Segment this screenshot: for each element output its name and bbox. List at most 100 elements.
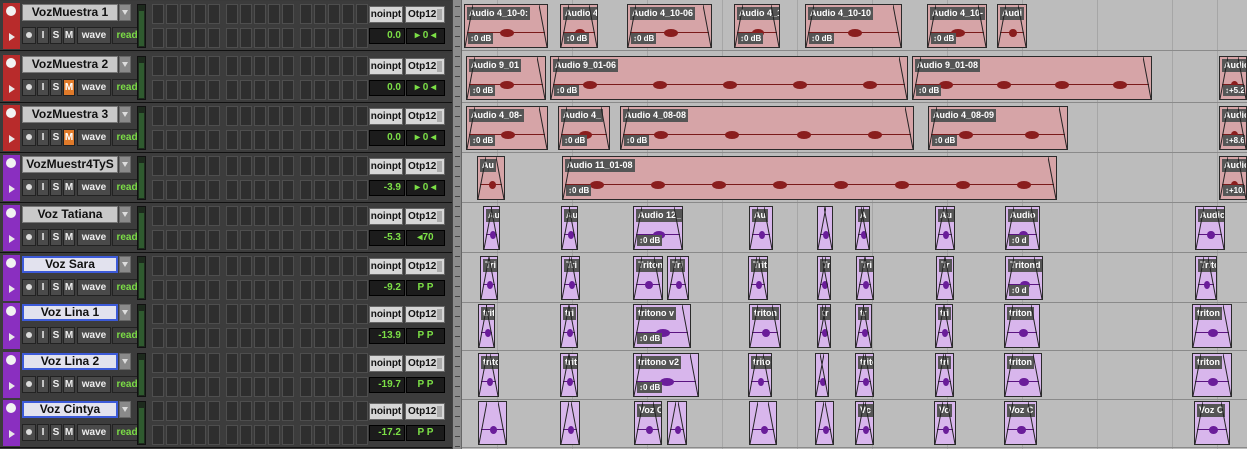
insert-slot[interactable] [226,130,238,150]
fade-out-icon[interactable] [865,402,873,444]
insert-slot[interactable] [268,156,280,176]
insert-slot[interactable] [180,180,192,200]
fade-out-icon[interactable] [945,354,953,396]
expand-track-icon[interactable] [9,430,15,438]
volume-readout[interactable]: 0.0 [369,130,405,146]
insert-slot[interactable] [356,80,368,100]
input-selector[interactable]: noinpt [369,108,403,125]
audio-clip[interactable]: Tritond ↕0 d [1005,256,1043,300]
insert-slot[interactable] [268,256,280,276]
fade-in-icon[interactable] [1005,402,1013,444]
insert-slot[interactable] [356,106,368,126]
insert-slot[interactable] [300,401,312,421]
insert-slot[interactable] [208,230,220,250]
insert-slot[interactable] [268,180,280,200]
insert-slot[interactable] [240,256,252,276]
insert-slot[interactable] [314,80,326,100]
pan-readout[interactable]: P P [406,328,445,344]
audio-clip[interactable]: Audio 9_01-06 ↕0 dB [550,56,908,100]
insert-slot[interactable] [300,56,312,76]
fade-out-icon[interactable] [763,354,771,396]
insert-slot[interactable] [282,304,294,324]
insert-slot[interactable] [180,256,192,276]
insert-slot[interactable] [152,28,164,48]
insert-slot[interactable] [240,377,252,397]
fade-out-icon[interactable] [678,402,686,444]
volume-readout[interactable]: -19.7 [369,377,405,393]
insert-slot[interactable] [240,106,252,126]
fade-in-icon[interactable] [998,5,1006,47]
track-options-icon[interactable] [6,158,16,168]
audio-clip[interactable] [749,401,777,445]
track-lane[interactable]: TriTriTritonTriTritTrTriTrTritond↕0 dTri… [462,253,1247,303]
fade-out-icon[interactable] [690,354,698,396]
fade-out-icon[interactable] [825,402,833,444]
insert-slot[interactable] [342,56,354,76]
fade-out-icon[interactable] [680,257,688,299]
insert-slot[interactable] [240,56,252,76]
insert-slot[interactable] [356,353,368,373]
mute-button[interactable]: M [63,129,75,146]
track-options-icon[interactable] [6,58,16,68]
fade-in-icon[interactable] [936,354,944,396]
fade-in-icon[interactable] [562,257,570,299]
insert-slot[interactable] [356,130,368,150]
track-name-dropdown-icon[interactable] [119,401,131,418]
insert-slot[interactable] [226,28,238,48]
fade-in-icon[interactable] [1220,57,1228,99]
track-name-dropdown-icon[interactable] [119,256,131,273]
insert-slot[interactable] [226,56,238,76]
audio-clip[interactable]: Voz C [1194,401,1230,445]
insert-slot[interactable] [268,80,280,100]
fade-out-icon[interactable] [768,402,776,444]
fade-out-icon[interactable] [569,354,577,396]
insert-slot[interactable] [180,401,192,421]
insert-slot[interactable] [166,180,178,200]
track-options-icon[interactable] [6,208,16,218]
insert-slot[interactable] [208,353,220,373]
insert-slot[interactable] [194,230,206,250]
insert-slot[interactable] [300,377,312,397]
track-name-dropdown-icon[interactable] [119,56,131,73]
audio-clip[interactable]: Vo [934,401,956,445]
audio-clip[interactable]: Audio 4_10- ↕0 dB [927,4,987,48]
insert-slot[interactable] [300,425,312,445]
insert-slot[interactable] [254,256,266,276]
insert-slot[interactable] [208,328,220,348]
insert-slot[interactable] [226,106,238,126]
fade-in-icon[interactable] [561,305,569,347]
insert-slot[interactable] [226,4,238,24]
insert-slot[interactable] [180,156,192,176]
solo-button[interactable]: S [50,279,62,296]
insert-slot[interactable] [328,425,340,445]
fade-out-icon[interactable] [1031,305,1039,347]
insert-slot[interactable] [328,280,340,300]
fade-out-icon[interactable] [674,207,682,249]
insert-slot[interactable] [180,425,192,445]
insert-slot[interactable] [240,80,252,100]
track-view-selector[interactable]: wave [77,179,111,196]
pan-readout[interactable]: ▸ 0 ◂ [406,180,445,196]
pan-readout[interactable]: ◂70 [406,230,445,246]
insert-slot[interactable] [314,256,326,276]
audio-clip[interactable]: tritc [855,353,874,397]
insert-slot[interactable] [240,180,252,200]
fade-out-icon[interactable] [1221,402,1229,444]
audio-clip[interactable]: Tri [480,256,498,300]
insert-slot[interactable] [254,180,266,200]
output-selector[interactable]: Otp12 [405,208,445,225]
fade-out-icon[interactable] [865,354,873,396]
insert-slot[interactable] [314,106,326,126]
insert-slot[interactable] [254,28,266,48]
insert-slot[interactable] [240,156,252,176]
audio-clip[interactable]: A [855,206,870,250]
insert-slot[interactable] [328,56,340,76]
insert-slot[interactable] [254,80,266,100]
audio-clip[interactable]: tr [855,304,872,348]
insert-slot[interactable] [342,80,354,100]
insert-slot[interactable] [328,206,340,226]
insert-slot[interactable] [268,206,280,226]
insert-slot[interactable] [152,256,164,276]
input-selector[interactable]: noinpt [369,403,403,420]
input-monitor-button[interactable]: I [37,27,49,44]
